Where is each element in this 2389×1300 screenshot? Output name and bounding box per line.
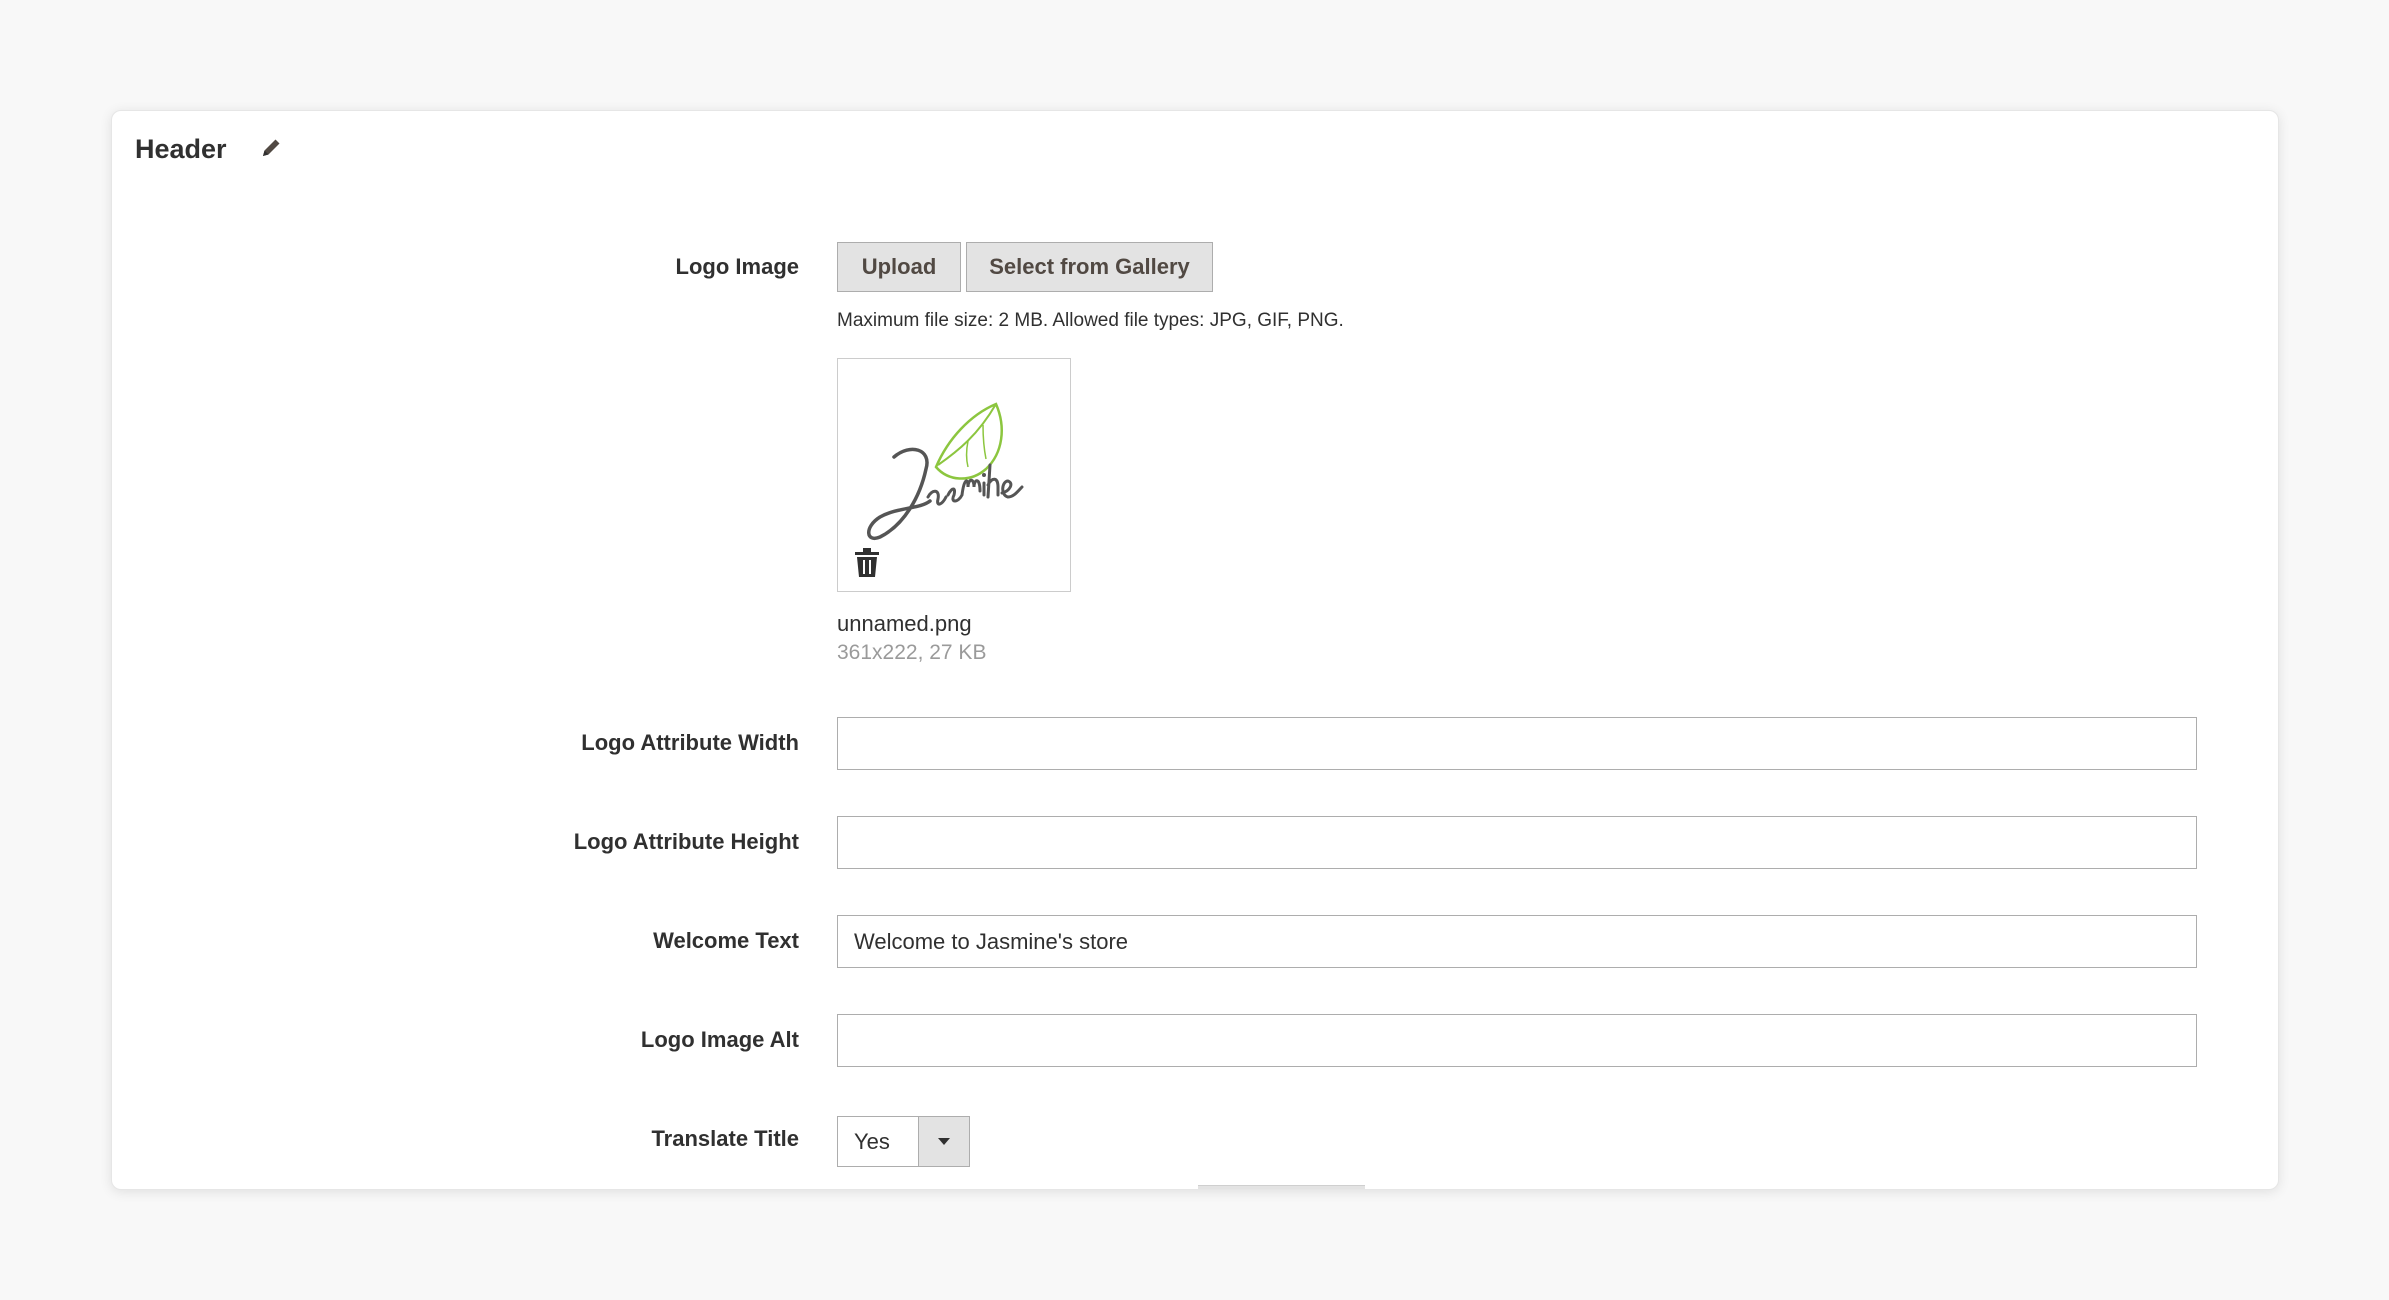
- chevron-down-icon[interactable]: [918, 1117, 969, 1166]
- translate-title-select[interactable]: Yes: [837, 1116, 970, 1167]
- logo-alt-label: Logo Image Alt: [640, 1027, 799, 1052]
- section-title: Header: [135, 134, 227, 164]
- file-name: unnamed.png: [837, 611, 972, 636]
- file-requirements-note: Maximum file size: 2 MB. Allowed file ty…: [837, 310, 1344, 331]
- translate-title-label: Translate Title: [651, 1126, 799, 1151]
- file-dimensions-size: 361x222, 27 KB: [837, 641, 987, 664]
- translate-title-value: Yes: [854, 1129, 890, 1154]
- upload-button[interactable]: Upload: [837, 242, 961, 292]
- welcome-text-label: Welcome Text: [653, 928, 799, 953]
- logo-height-input[interactable]: [837, 816, 2197, 869]
- pencil-icon[interactable]: [257, 134, 285, 162]
- logo-preview[interactable]: [837, 358, 1071, 592]
- header-section-panel: Header Logo Image Upload Select from Gal…: [111, 110, 2279, 1190]
- welcome-text-input[interactable]: [837, 915, 2197, 968]
- trash-icon[interactable]: [853, 547, 881, 579]
- cut-off-element: [1198, 1185, 1365, 1189]
- logo-alt-input[interactable]: [837, 1014, 2197, 1067]
- logo-width-label: Logo Attribute Width: [581, 730, 799, 755]
- logo-width-input[interactable]: [837, 717, 2197, 770]
- logo-image-label: Logo Image: [675, 254, 799, 279]
- logo-height-label: Logo Attribute Height: [573, 829, 799, 854]
- select-from-gallery-button[interactable]: Select from Gallery: [966, 242, 1213, 292]
